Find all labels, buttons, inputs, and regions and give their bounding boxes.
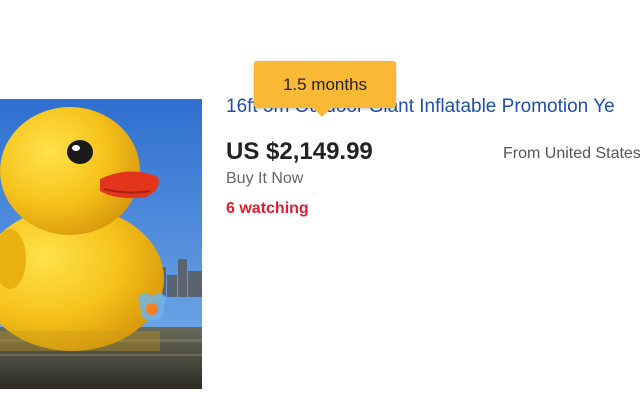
- item-location: From United States: [503, 145, 640, 162]
- listing-image[interactable]: [0, 99, 202, 389]
- rubber-duck-photo: [0, 99, 202, 389]
- tooltip-arrow: [313, 108, 331, 117]
- search-result-page: 16ft 5m Outdoor Giant Inflatable Promoti…: [0, 0, 640, 400]
- time-tooltip: 1.5 months: [254, 61, 396, 108]
- buying-format: Buy It Now: [226, 170, 304, 187]
- watchers-count: 6 watching: [226, 200, 309, 217]
- tooltip-text: 1.5 months: [282, 74, 368, 94]
- listing-price: US $2,149.99: [226, 138, 373, 165]
